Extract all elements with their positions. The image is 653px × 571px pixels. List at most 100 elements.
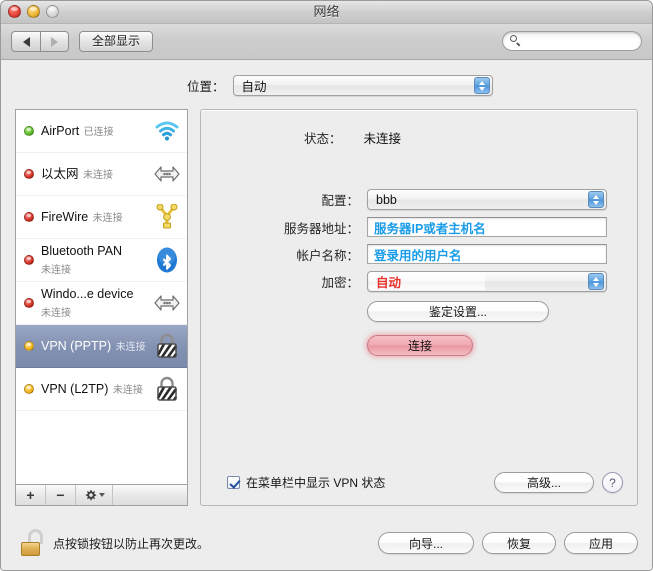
service-actions-button[interactable]	[76, 485, 113, 505]
magnifier-icon	[510, 35, 522, 47]
encryption-row: 加密： 自动	[201, 271, 637, 292]
list-item[interactable]: 以太网 未连接	[16, 153, 187, 196]
status-dot	[24, 384, 34, 394]
forward-button[interactable]	[40, 31, 69, 52]
connect-row: 连接	[201, 335, 637, 356]
service-name: Bluetooth PAN	[41, 244, 123, 258]
auth-settings-row: 鉴定设置...	[201, 301, 637, 322]
advanced-button[interactable]: 高级...	[494, 472, 594, 493]
chevron-down-icon	[98, 493, 105, 497]
encryption-label: 加密：	[321, 276, 359, 290]
apply-button[interactable]: 应用	[564, 532, 638, 554]
account-name-row: 帐户名称： 登录用的用户名	[201, 244, 637, 264]
sidebar-item-vpn-pptp[interactable]: VPN (PPTP) 未连接	[16, 325, 187, 368]
service-state: 未连接	[41, 265, 71, 276]
window-footer: 点按锁按钮以防止再次更改。 向导... 恢复 应用	[1, 513, 652, 570]
content-columns: AirPort 已连接 以太网 未连接 FireWire 未连接 Bluetoo…	[1, 96, 652, 506]
remove-service-button[interactable]: −	[46, 485, 76, 505]
service-list[interactable]: AirPort 已连接 以太网 未连接 FireWire 未连接 Bluetoo…	[15, 109, 188, 484]
account-name-placeholder: 登录用的用户名	[374, 248, 462, 263]
chevron-updown-icon[interactable]	[588, 191, 604, 208]
list-item[interactable]: FireWire 未连接	[16, 196, 187, 239]
status-value: 未连接	[363, 132, 402, 146]
service-name: VPN (L2TP)	[41, 382, 109, 396]
connect-button[interactable]: 连接	[367, 335, 473, 356]
network-preferences-window: 网络 全部显示 位置： 自动 AirPort 已连接 以太网 未连接 FireW…	[0, 0, 653, 571]
search-input[interactable]	[525, 34, 639, 48]
status-dot	[24, 341, 34, 351]
toolbar: 全部显示	[1, 24, 652, 60]
list-item[interactable]: Bluetooth PAN 未连接	[16, 239, 187, 282]
account-name-label: 帐户名称：	[296, 248, 359, 263]
vpn-settings-panel: 状态： 未连接 配置： bbb 服务器地址： 服务器IP或者主机名 帐户名称： …	[200, 109, 638, 506]
config-label: 配置：	[321, 194, 359, 208]
service-state: 未连接	[41, 308, 71, 319]
firewire-icon	[153, 203, 181, 231]
traffic-light-group	[8, 5, 59, 18]
vpn-lock-icon	[153, 332, 181, 360]
list-item[interactable]: AirPort 已连接	[16, 110, 187, 153]
panel-footer: 在菜单栏中显示 VPN 状态 高级... ?	[201, 472, 637, 493]
location-label: 位置：	[187, 80, 225, 94]
lock-hint-text: 点按锁按钮以防止再次更改。	[53, 536, 210, 551]
help-button[interactable]: ?	[602, 472, 623, 493]
show-vpn-status-checkbox[interactable]	[227, 476, 240, 489]
location-value: 自动	[241, 80, 267, 94]
chevron-updown-icon[interactable]	[588, 273, 604, 290]
auth-settings-button[interactable]: 鉴定设置...	[367, 301, 549, 322]
ethernet-icon	[153, 289, 181, 317]
vpn-lock-icon	[153, 375, 181, 403]
service-state: 未连接	[92, 213, 123, 224]
title-bar: 网络	[1, 1, 652, 24]
close-button-icon[interactable]	[8, 5, 21, 18]
zoom-button-icon[interactable]	[46, 5, 59, 18]
vpn-form: 配置： bbb 服务器地址： 服务器IP或者主机名 帐户名称： 登录用的用户名 …	[201, 189, 637, 356]
service-state: 已连接	[83, 127, 114, 138]
wifi-icon	[153, 117, 181, 145]
navigation-button-group	[11, 31, 69, 52]
add-service-button[interactable]: +	[16, 485, 46, 505]
list-item[interactable]: Windo...e device 未连接	[16, 282, 187, 325]
list-item[interactable]: VPN (L2TP) 未连接	[16, 368, 187, 411]
sidebar: AirPort 已连接 以太网 未连接 FireWire 未连接 Bluetoo…	[15, 109, 188, 506]
minimize-button-icon[interactable]	[27, 5, 40, 18]
status-row: 状态： 未连接	[201, 110, 637, 147]
server-address-label: 服务器地址：	[283, 221, 359, 236]
service-name: Windo...e device	[41, 287, 134, 301]
config-dropdown[interactable]: bbb	[367, 189, 607, 210]
service-state: 未连接	[115, 342, 146, 353]
show-all-button[interactable]: 全部显示	[79, 31, 154, 52]
lock-area: 点按锁按钮以防止再次更改。	[15, 528, 378, 558]
service-name: AirPort	[41, 124, 80, 138]
encryption-dropdown[interactable]: 自动	[367, 271, 607, 292]
config-row: 配置： bbb	[201, 189, 637, 210]
unlocked-padlock-icon[interactable]	[19, 528, 45, 558]
search-field[interactable]	[502, 31, 642, 51]
status-dot	[24, 298, 34, 308]
footer-button-group: 向导... 恢复 应用	[378, 532, 638, 554]
chevron-updown-icon[interactable]	[473, 77, 490, 94]
server-address-input[interactable]: 服务器IP或者主机名	[367, 217, 607, 237]
location-dropdown[interactable]: 自动	[232, 75, 493, 96]
server-address-row: 服务器地址： 服务器IP或者主机名	[201, 217, 637, 237]
config-value: bbb	[376, 192, 397, 207]
status-dot	[24, 169, 34, 179]
service-state: 未连接	[112, 385, 143, 396]
status-label: 状态：	[304, 132, 342, 146]
show-vpn-status-row[interactable]: 在菜单栏中显示 VPN 状态	[227, 474, 494, 491]
preferences-body: 位置： 自动 AirPort 已连接 以太网 未连接 FireWire 未连接 …	[1, 60, 652, 570]
revert-button[interactable]: 恢复	[482, 532, 556, 554]
assistant-button[interactable]: 向导...	[378, 532, 474, 554]
service-state: 未连接	[82, 170, 113, 181]
status-dot	[24, 126, 34, 136]
back-button[interactable]	[11, 31, 40, 52]
account-name-input[interactable]: 登录用的用户名	[367, 244, 607, 264]
triangle-left-icon	[22, 36, 30, 47]
service-list-toolbar: + −	[15, 484, 188, 506]
triangle-right-icon	[51, 36, 58, 47]
service-name: 以太网	[41, 167, 79, 181]
status-dot	[24, 212, 34, 222]
bluetooth-icon	[153, 246, 181, 274]
window-title: 网络	[313, 4, 340, 19]
